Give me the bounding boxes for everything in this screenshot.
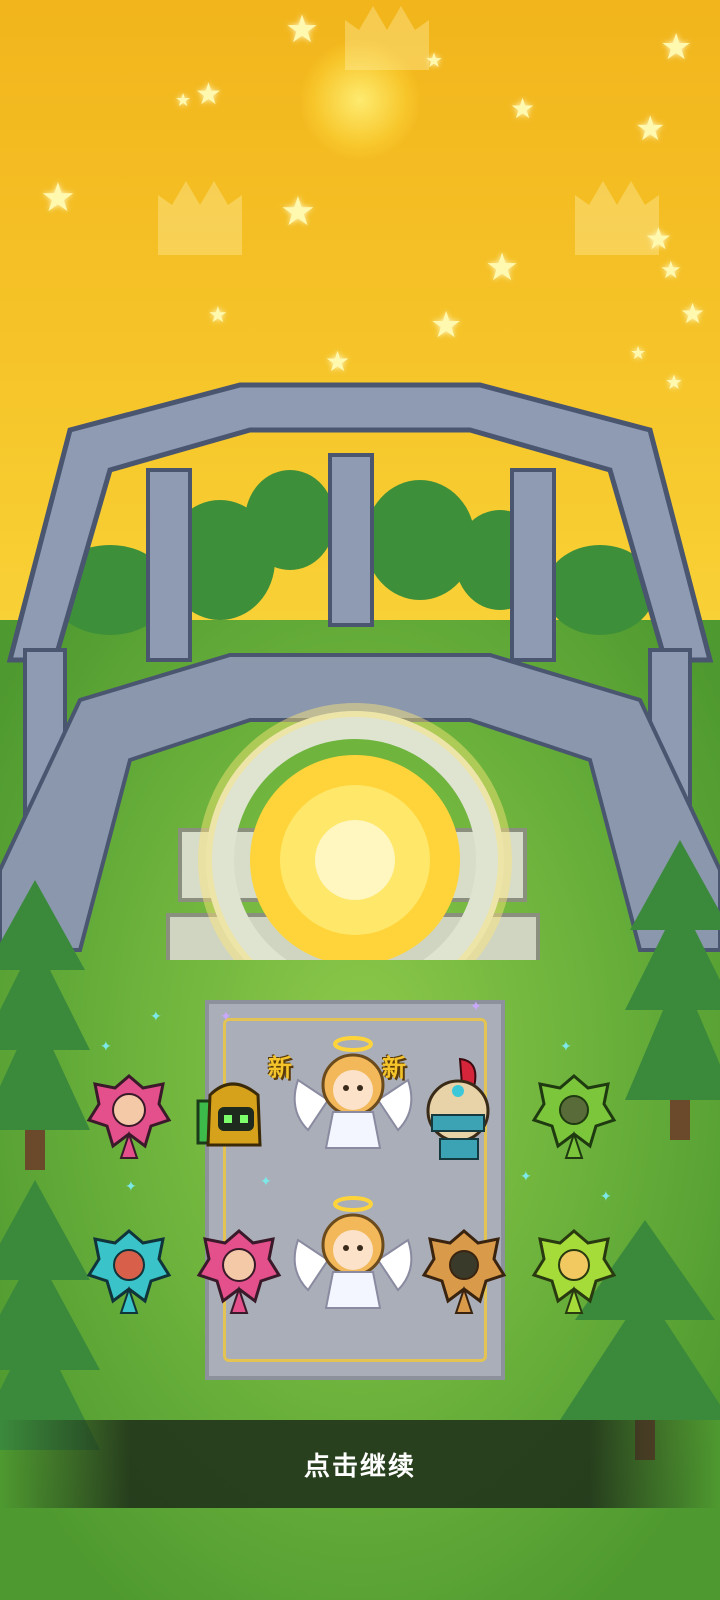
sparkle-icon: ✦ bbox=[220, 1009, 232, 1025]
star-icon: ★ bbox=[485, 245, 520, 289]
star-icon: ★ bbox=[510, 92, 536, 125]
angel-hero bbox=[293, 1036, 413, 1149]
sparkle-icon: ✦ bbox=[100, 1039, 112, 1055]
pink-flower-hero-2 bbox=[196, 1229, 282, 1314]
cyan-flower-hero bbox=[86, 1229, 172, 1314]
sparkle-icon: ✦ bbox=[125, 1179, 137, 1195]
tap-to-continue-bar[interactable]: 点击继续 bbox=[0, 1420, 720, 1508]
orange-flower-hero bbox=[421, 1229, 507, 1314]
star-icon: ★ bbox=[660, 256, 682, 284]
crown-icon bbox=[158, 181, 242, 255]
star-icon: ★ bbox=[680, 297, 706, 330]
green-flower-hero bbox=[531, 1074, 617, 1159]
angel-hero-2 bbox=[293, 1196, 413, 1309]
star-icon: ★ bbox=[430, 305, 463, 346]
star-icon: ★ bbox=[280, 189, 316, 235]
star-icon: ★ bbox=[660, 27, 693, 68]
sparkle-icon: ✦ bbox=[600, 1189, 612, 1205]
crown-icon bbox=[345, 6, 429, 70]
sparkle-icon: ✦ bbox=[260, 1174, 272, 1190]
sparkle-icon: ✦ bbox=[520, 1169, 532, 1185]
star-icon: ★ bbox=[208, 303, 228, 328]
star-icon: ★ bbox=[425, 48, 443, 72]
sparkle-icon: ✦ bbox=[560, 1039, 572, 1055]
star-icon: ★ bbox=[40, 175, 76, 221]
star-icon: ★ bbox=[175, 90, 192, 111]
star-icon: ★ bbox=[630, 343, 647, 364]
star-icon: ★ bbox=[645, 222, 672, 257]
continue-prompt: 点击继续 bbox=[303, 1451, 416, 1482]
star-icon: ★ bbox=[285, 7, 320, 51]
star-icon: ★ bbox=[195, 77, 222, 112]
sparkle-icon: ✦ bbox=[470, 999, 482, 1015]
star-icon: ★ bbox=[635, 109, 666, 149]
star-icon: ★ bbox=[325, 345, 351, 378]
gold-robot-hero bbox=[196, 1082, 262, 1147]
stone-colonnade bbox=[0, 382, 720, 960]
sparkle-icon: ✦ bbox=[150, 1009, 162, 1025]
pine-tree-icon bbox=[625, 840, 720, 1140]
pine-tree-icon bbox=[0, 880, 90, 1170]
feather-helmet-hero bbox=[426, 1057, 490, 1160]
pink-flower-hero bbox=[86, 1074, 172, 1159]
lime-flower-hero bbox=[531, 1229, 617, 1314]
